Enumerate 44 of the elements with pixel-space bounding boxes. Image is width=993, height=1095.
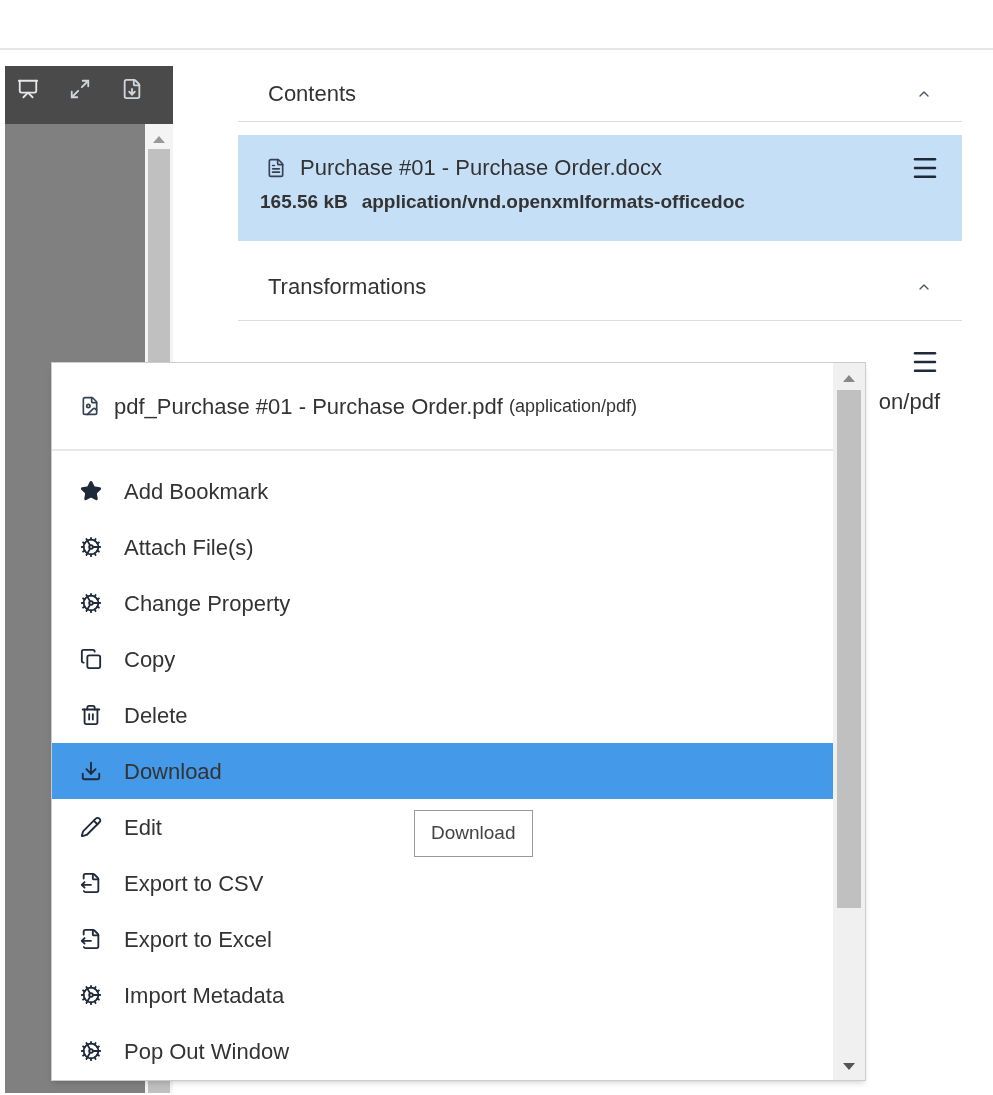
- gear-icon: [80, 1040, 102, 1062]
- section-header[interactable]: Transformations: [238, 253, 962, 321]
- trash-icon: [80, 704, 102, 726]
- file-export-icon: [80, 872, 102, 894]
- menu-item[interactable]: Copy: [52, 631, 184, 687]
- gear-icon: [80, 984, 102, 1006]
- menu-item[interactable]: Import Metadata: [52, 967, 293, 1023]
- gear-icon: [80, 592, 102, 614]
- scroll-down-icon[interactable]: [843, 1063, 855, 1070]
- scroll-up-icon[interactable]: [843, 375, 855, 382]
- download-icon: [80, 760, 102, 782]
- menu-item[interactable]: Attach File(s): [52, 519, 262, 575]
- file-size: 165.56 kB: [260, 190, 348, 214]
- file-type: on/pdf: [878, 388, 940, 416]
- presentation-icon[interactable]: [17, 78, 39, 100]
- file-export-icon: [80, 928, 102, 950]
- file-type: (application/pdf): [508, 394, 637, 418]
- file-name: Purchase #01 - Purchase Order.docx: [300, 154, 662, 182]
- menu-item[interactable]: Add Bookmark: [52, 463, 277, 519]
- image-file-icon: [80, 396, 100, 416]
- copy-icon: [80, 648, 102, 670]
- document-icon: [266, 157, 286, 178]
- section-title: Contents: [268, 80, 357, 108]
- pencil-icon: [80, 816, 102, 838]
- fullscreen-icon[interactable]: [69, 78, 91, 100]
- gear-icon: [80, 536, 102, 558]
- section-title: Transformations: [268, 273, 427, 301]
- menu-item[interactable]: Export to Excel: [52, 911, 280, 967]
- scroll-up-icon[interactable]: [153, 136, 165, 143]
- menu-item[interactable]: Edit: [52, 799, 170, 855]
- section-header[interactable]: Contents: [238, 66, 962, 122]
- menu-item[interactable]: Export to CSV: [52, 855, 272, 911]
- file-item[interactable]: Purchase #01 - Purchase Order.docx 165.56 kB application/vnd.openxmlformats-officedoc: [238, 135, 962, 241]
- scrollbar-thumb[interactable]: [837, 390, 861, 908]
- file-type: application/vnd.openxmlformats-officedoc: [361, 190, 745, 214]
- menu-item[interactable]: Change Property: [52, 575, 299, 631]
- tooltip: Download: [414, 810, 533, 857]
- menu-item[interactable]: Download: [52, 743, 833, 799]
- menu-item[interactable]: Pop Out Window: [52, 1023, 298, 1079]
- menu-item[interactable]: Delete: [52, 687, 196, 743]
- file-download-icon[interactable]: [121, 78, 143, 100]
- star-icon: [80, 480, 102, 502]
- scrollbar[interactable]: [833, 363, 865, 1080]
- file-name: pdf_Purchase #01 - Purchase Order.pdf: [114, 392, 503, 421]
